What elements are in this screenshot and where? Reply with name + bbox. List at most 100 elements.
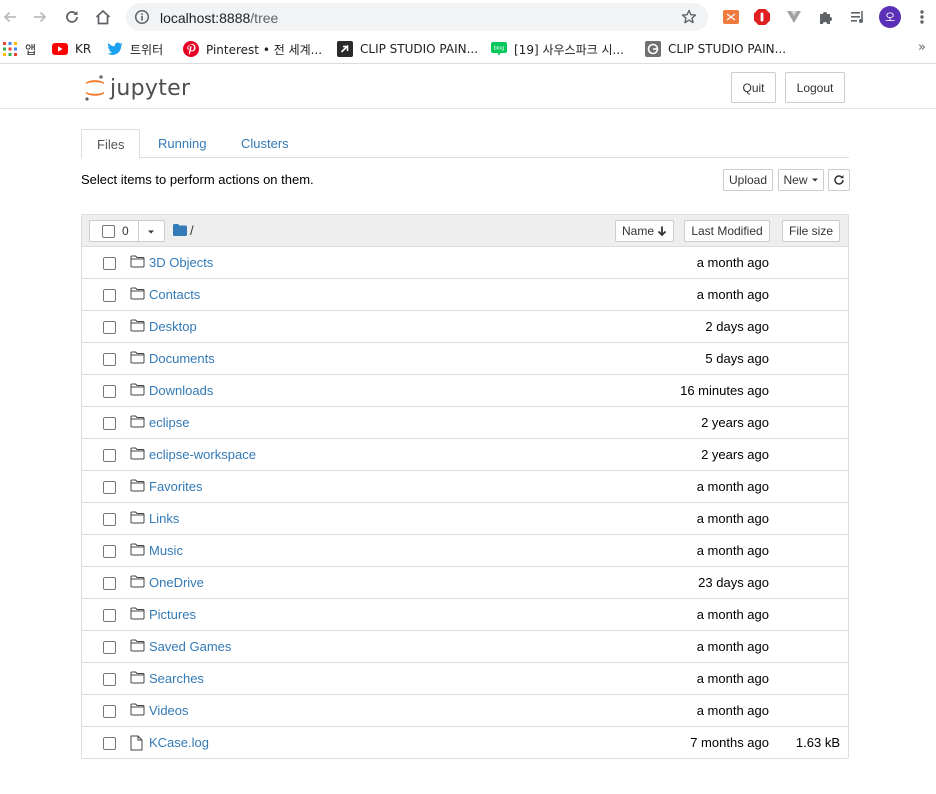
item-checkbox[interactable] <box>103 577 116 590</box>
item-checkbox[interactable] <box>103 481 116 494</box>
item-checkbox[interactable] <box>103 673 116 686</box>
vue-devtools-icon[interactable] <box>785 8 803 26</box>
list-item[interactable]: OneDrive 23 days ago <box>82 567 848 599</box>
folder-icon <box>130 671 146 687</box>
item-name-link[interactable]: eclipse <box>149 415 189 430</box>
bookmark-clip-studio-2[interactable]: CLIP STUDIO PAIN... <box>645 40 786 58</box>
item-checkbox[interactable] <box>103 705 116 718</box>
caret-down-icon[interactable] <box>147 229 155 235</box>
list-item[interactable]: Downloads 16 minutes ago <box>82 375 848 407</box>
address-bar[interactable]: localhost:8888/tree <box>126 3 708 31</box>
jupyter-logo[interactable]: jupyter <box>84 73 190 103</box>
folder-icon <box>130 511 146 527</box>
item-checkbox[interactable] <box>103 385 116 398</box>
bookmark-blog[interactable]: blog [19] 사우스파크 시... <box>491 40 624 58</box>
bookmark-apps[interactable]: 앱 <box>2 40 36 58</box>
item-checkbox[interactable] <box>103 257 116 270</box>
tab-running[interactable]: Running <box>143 129 221 158</box>
item-name-link[interactable]: OneDrive <box>149 575 204 590</box>
list-item[interactable]: Music a month ago <box>82 535 848 567</box>
upload-button[interactable]: Upload <box>723 169 773 191</box>
extension-orange-icon[interactable] <box>722 8 740 26</box>
bookmark-label: 앱 <box>25 42 37 57</box>
item-checkbox[interactable] <box>103 609 116 622</box>
item-name-link[interactable]: Music <box>149 543 183 558</box>
clip-studio-icon <box>337 41 353 57</box>
item-checkbox[interactable] <box>103 321 116 334</box>
list-item[interactable]: Videos a month ago <box>82 695 848 727</box>
list-item[interactable]: Pictures a month ago <box>82 599 848 631</box>
item-name-link[interactable]: Saved Games <box>149 639 231 654</box>
list-item[interactable]: Searches a month ago <box>82 663 848 695</box>
menu-dots-icon[interactable] <box>913 8 931 26</box>
home-icon[interactable] <box>93 7 113 27</box>
item-checkbox[interactable] <box>103 545 116 558</box>
adblock-icon[interactable] <box>753 8 771 26</box>
list-item[interactable]: eclipse-workspace 2 years ago <box>82 439 848 471</box>
star-icon[interactable] <box>680 8 698 26</box>
select-all-checkbox[interactable] <box>102 225 115 238</box>
item-modified: a month ago <box>696 511 769 526</box>
forward-arrow-icon[interactable] <box>30 7 50 27</box>
new-dropdown-button[interactable]: New <box>778 169 824 191</box>
item-checkbox[interactable] <box>103 289 116 302</box>
item-checkbox[interactable] <box>103 513 116 526</box>
item-checkbox[interactable] <box>103 449 116 462</box>
folder-icon <box>130 703 146 719</box>
list-item[interactable]: Contacts a month ago <box>82 279 848 311</box>
item-name-link[interactable]: Downloads <box>149 383 213 398</box>
item-name-link[interactable]: eclipse-workspace <box>149 447 256 462</box>
item-name-link[interactable]: Contacts <box>149 287 200 302</box>
item-name-link[interactable]: Documents <box>149 351 215 366</box>
list-item[interactable]: Links a month ago <box>82 503 848 535</box>
bookmark-youtube[interactable]: KR <box>52 40 91 58</box>
logout-button[interactable]: Logout <box>785 72 845 103</box>
puzzle-icon[interactable] <box>817 8 835 26</box>
item-checkbox[interactable] <box>103 737 116 750</box>
back-arrow-icon[interactable] <box>0 7 20 27</box>
media-icon[interactable] <box>849 8 867 26</box>
list-item[interactable]: Saved Games a month ago <box>82 631 848 663</box>
item-name-link[interactable]: KCase.log <box>149 735 209 750</box>
quit-button[interactable]: Quit <box>731 72 776 103</box>
breadcrumb-root[interactable]: / <box>190 223 194 238</box>
refresh-button[interactable] <box>828 169 850 191</box>
tab-files[interactable]: Files <box>81 129 141 159</box>
folder-icon <box>130 319 146 335</box>
bookmark-label: KR <box>75 42 92 56</box>
list-item[interactable]: Documents 5 days ago <box>82 343 848 375</box>
profile-avatar[interactable]: 오 <box>879 6 901 28</box>
bookmark-twitter[interactable]: 트위터 <box>107 40 163 58</box>
item-checkbox[interactable] <box>103 417 116 430</box>
list-item[interactable]: eclipse 2 years ago <box>82 407 848 439</box>
item-name-link[interactable]: Favorites <box>149 479 202 494</box>
bookmark-clip-studio-1[interactable]: CLIP STUDIO PAIN... <box>337 40 478 58</box>
bookmarks-bar: 앱 KR 트위터 Pinterest • 전 세계... CLIP STUDIO… <box>0 34 936 64</box>
browser-toolbar: localhost:8888/tree 오 <box>0 0 936 34</box>
reload-icon[interactable] <box>62 7 82 27</box>
list-item[interactable]: Favorites a month ago <box>82 471 848 503</box>
folder-icon <box>130 255 146 271</box>
item-name-link[interactable]: 3D Objects <box>149 255 213 270</box>
item-name-link[interactable]: Desktop <box>149 319 197 334</box>
list-item[interactable]: KCase.log 7 months ago 1.63 kB <box>82 727 848 759</box>
folder-icon <box>130 607 146 623</box>
item-checkbox[interactable] <box>103 641 116 654</box>
sort-modified-button[interactable]: Last Modified <box>684 220 770 242</box>
select-all-dropdown[interactable]: 0 <box>89 220 165 242</box>
bookmark-pinterest[interactable]: Pinterest • 전 세계... <box>183 40 322 58</box>
bookmarks-more-icon[interactable]: » <box>918 40 926 55</box>
sort-name-button[interactable]: Name <box>615 220 674 242</box>
sort-size-button[interactable]: File size <box>782 220 840 242</box>
item-name-link[interactable]: Pictures <box>149 607 196 622</box>
logo-text: jupyter <box>110 75 191 101</box>
item-name-link[interactable]: Searches <box>149 671 204 686</box>
list-item[interactable]: Desktop 2 days ago <box>82 311 848 343</box>
item-checkbox[interactable] <box>103 353 116 366</box>
item-name-link[interactable]: Links <box>149 511 179 526</box>
list-item[interactable]: 3D Objects a month ago <box>82 247 848 279</box>
refresh-icon <box>834 175 844 185</box>
item-name-link[interactable]: Videos <box>149 703 189 718</box>
info-icon[interactable] <box>134 9 150 25</box>
tab-clusters[interactable]: Clusters <box>226 129 304 158</box>
